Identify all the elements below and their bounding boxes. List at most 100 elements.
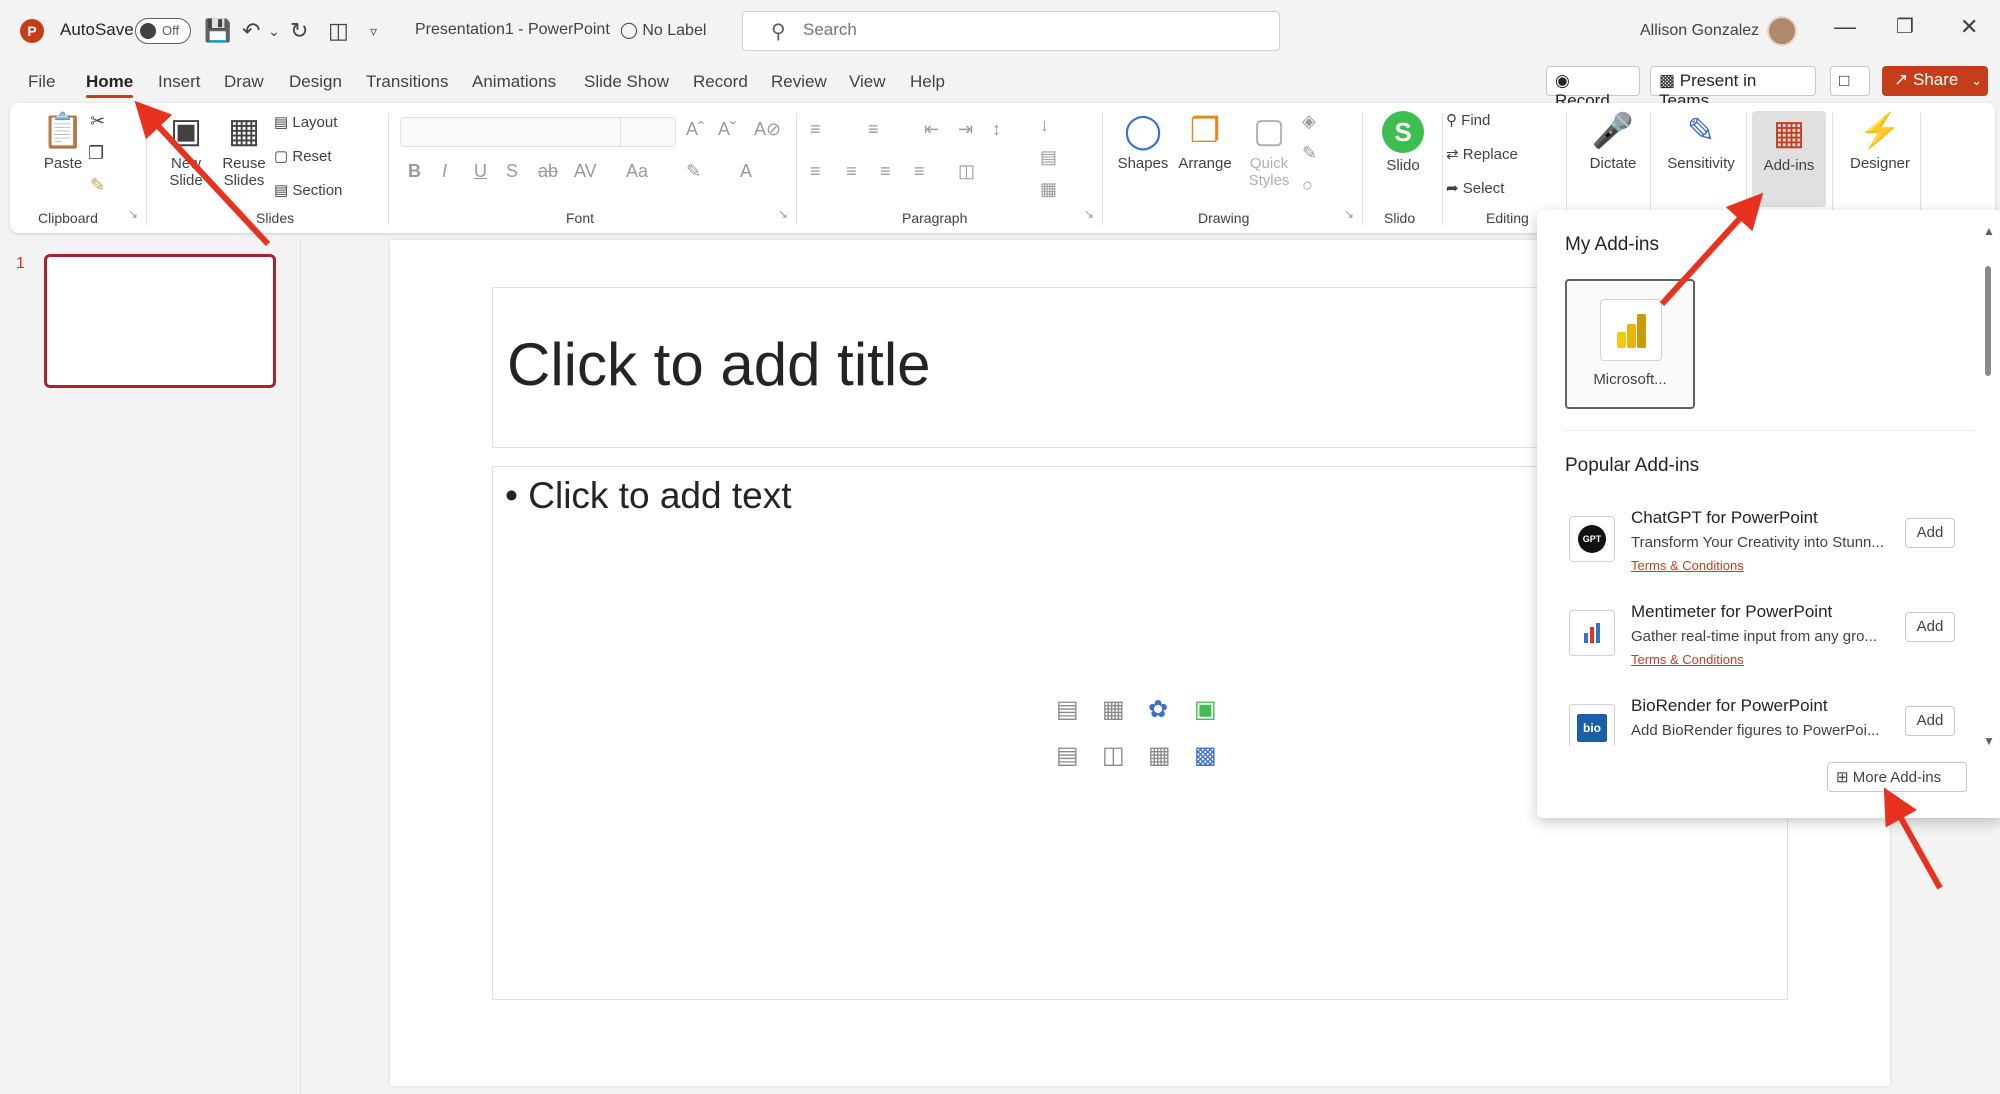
- align-left-icon[interactable]: ≡: [810, 161, 821, 182]
- insert-table-icon[interactable]: ▦: [1148, 741, 1171, 770]
- shape-fill-icon[interactable]: ◈: [1302, 111, 1316, 132]
- customize-qat-icon[interactable]: ▿: [370, 17, 377, 45]
- comments-button[interactable]: □: [1830, 66, 1870, 96]
- replace-button[interactable]: ⇄ Replace: [1446, 145, 1518, 163]
- tab-draw[interactable]: Draw: [224, 72, 264, 92]
- my-addin-tile[interactable]: Microsoft...: [1565, 279, 1695, 409]
- insert-video-icon[interactable]: ◫: [1102, 741, 1125, 770]
- tab-record[interactable]: Record: [693, 72, 748, 92]
- present-in-teams-button[interactable]: ▩ Present in Teams: [1650, 66, 1816, 110]
- change-case-icon[interactable]: Aa: [626, 161, 648, 182]
- insert-online-picture-icon[interactable]: ▤: [1056, 741, 1079, 770]
- tab-animations[interactable]: Animations: [472, 72, 556, 92]
- sensitivity-indicator[interactable]: ◯ No Label: [620, 20, 706, 40]
- shape-outline-icon[interactable]: ✎: [1302, 143, 1317, 164]
- addin-list-item[interactable]: GPT ChatGPT for PowerPoint Transform You…: [1565, 508, 1975, 588]
- highlight-icon[interactable]: ✎: [686, 161, 701, 182]
- text-direction-icon[interactable]: ↓: [1040, 115, 1049, 136]
- slido-button[interactable]: S Slido: [1370, 111, 1436, 174]
- record-button[interactable]: ◉ Record: [1546, 66, 1640, 110]
- align-text-icon[interactable]: ▤: [1040, 147, 1057, 168]
- more-add-ins-button[interactable]: ⊞ More Add-ins: [1827, 762, 1967, 792]
- scroll-down-icon[interactable]: ▼: [1983, 734, 1995, 748]
- tab-transitions[interactable]: Transitions: [366, 72, 449, 92]
- bullets-icon[interactable]: ≡: [810, 119, 821, 140]
- italic-icon[interactable]: I: [442, 161, 447, 182]
- reuse-slides-button[interactable]: ▦ Reuse Slides: [216, 111, 272, 189]
- section-button[interactable]: ▤ Section: [274, 181, 342, 199]
- add-addin-button[interactable]: Add: [1905, 612, 1955, 642]
- copy-icon[interactable]: ❐: [88, 143, 104, 164]
- tab-design[interactable]: Design: [289, 72, 342, 92]
- numbering-icon[interactable]: ≡: [868, 119, 879, 140]
- addins-scrollbar[interactable]: ▲ ▼: [1983, 224, 1995, 748]
- justify-icon[interactable]: ≡: [914, 161, 925, 182]
- align-center-icon[interactable]: ≡: [846, 161, 857, 182]
- font-name-box[interactable]: [400, 117, 630, 147]
- cut-icon[interactable]: ✂: [90, 111, 105, 132]
- present-from-start-icon[interactable]: ◫: [328, 17, 349, 45]
- close-icon[interactable]: ✕: [1960, 14, 1978, 40]
- clear-formatting-icon[interactable]: A⊘: [754, 119, 781, 140]
- reset-button[interactable]: ▢ Reset: [274, 147, 332, 165]
- decrease-font-icon[interactable]: Aˇ: [718, 119, 736, 140]
- dictate-button[interactable]: 🎤 Dictate: [1580, 111, 1646, 172]
- slide-thumbnail[interactable]: [44, 254, 276, 388]
- dialog-launcher-icon[interactable]: ↘: [778, 207, 788, 221]
- char-spacing-icon[interactable]: AV: [574, 161, 597, 182]
- user-name[interactable]: Allison Gonzalez: [1640, 22, 1759, 40]
- shapes-button[interactable]: ◯ Shapes: [1110, 111, 1176, 172]
- redo-icon[interactable]: ↻: [290, 17, 308, 45]
- tab-review[interactable]: Review: [771, 72, 827, 92]
- add-addin-button[interactable]: Add: [1905, 518, 1955, 548]
- smartart-icon[interactable]: ▦: [1040, 179, 1057, 200]
- font-color-icon[interactable]: A: [740, 161, 752, 182]
- increase-font-icon[interactable]: Aˆ: [686, 119, 704, 140]
- dialog-launcher-icon[interactable]: ↘: [1344, 207, 1354, 221]
- sensitivity-button[interactable]: ✎ Sensitivity: [1658, 111, 1744, 172]
- line-spacing-icon[interactable]: ↕: [992, 119, 1001, 140]
- autosave-toggle[interactable]: Off: [135, 18, 191, 44]
- bold-icon[interactable]: B: [408, 161, 421, 182]
- tab-file[interactable]: File: [28, 72, 55, 92]
- insert-picture-icon[interactable]: ▤: [1056, 695, 1079, 724]
- addin-terms-link[interactable]: Terms & Conditions: [1631, 652, 1744, 667]
- scroll-thumb[interactable]: [1985, 266, 1991, 376]
- insert-chart-icon[interactable]: ▩: [1194, 741, 1217, 770]
- search-input[interactable]: [803, 20, 1243, 40]
- addin-terms-link[interactable]: Terms & Conditions: [1631, 558, 1744, 573]
- add-ins-button[interactable]: ▦ Add-ins: [1752, 111, 1826, 207]
- designer-button[interactable]: ⚡ Designer: [1840, 111, 1920, 172]
- scroll-up-icon[interactable]: ▲: [1983, 224, 1995, 238]
- share-button[interactable]: ↗ Share ⌄: [1882, 66, 1988, 96]
- undo-dropdown-icon[interactable]: ⌄: [268, 17, 280, 45]
- tab-insert[interactable]: Insert: [158, 72, 201, 92]
- strikethrough-icon[interactable]: ab: [538, 161, 558, 182]
- new-slide-button[interactable]: ▣ New Slide: [158, 111, 214, 189]
- decrease-indent-icon[interactable]: ⇤: [924, 119, 939, 140]
- add-addin-button[interactable]: Add: [1905, 706, 1955, 736]
- increase-indent-icon[interactable]: ⇥: [958, 119, 973, 140]
- select-button[interactable]: ➦ Select: [1446, 179, 1504, 197]
- shadow-icon[interactable]: S: [506, 161, 518, 182]
- arrange-button[interactable]: ❐ Arrange: [1172, 111, 1238, 172]
- insert-stock-images-icon[interactable]: ▦: [1102, 695, 1125, 724]
- tab-view[interactable]: View: [849, 72, 886, 92]
- underline-icon[interactable]: U: [474, 161, 487, 182]
- tab-slide-show[interactable]: Slide Show: [584, 72, 669, 92]
- undo-icon[interactable]: ↶: [242, 17, 260, 45]
- avatar[interactable]: [1767, 16, 1797, 46]
- save-icon[interactable]: 💾: [204, 17, 231, 45]
- dialog-launcher-icon[interactable]: ↘: [128, 207, 138, 221]
- tab-help[interactable]: Help: [910, 72, 945, 92]
- search-box[interactable]: ⚲: [742, 11, 1280, 51]
- insert-smartart-icon[interactable]: ▣: [1194, 695, 1217, 724]
- columns-icon[interactable]: ◫: [958, 161, 975, 182]
- format-painter-icon[interactable]: ✎: [90, 175, 105, 196]
- align-right-icon[interactable]: ≡: [880, 161, 891, 182]
- addin-list-item[interactable]: Mentimeter for PowerPoint Gather real-ti…: [1565, 602, 1975, 682]
- find-button[interactable]: ⚲ Find: [1446, 111, 1490, 129]
- shape-effects-icon[interactable]: ○: [1302, 175, 1313, 196]
- layout-button[interactable]: ▤ Layout: [274, 113, 337, 131]
- quick-styles-button[interactable]: ▢ Quick Styles: [1236, 111, 1302, 189]
